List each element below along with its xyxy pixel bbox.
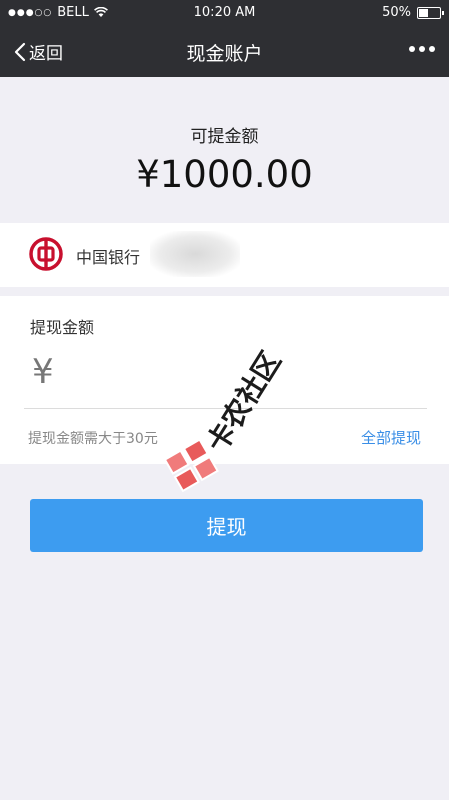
withdraw-all-link[interactable]: 全部提现 bbox=[361, 427, 421, 448]
withdraw-button[interactable]: 提现 bbox=[30, 499, 423, 552]
battery-fill bbox=[419, 8, 428, 17]
redacted-account-number bbox=[150, 231, 240, 277]
divider bbox=[24, 408, 427, 409]
currency-symbol: ¥ bbox=[32, 352, 54, 392]
bank-card-row[interactable]: 中国银行 bbox=[0, 223, 449, 287]
bank-of-china-logo-icon bbox=[29, 237, 63, 271]
withdraw-amount-input[interactable] bbox=[70, 354, 424, 396]
navigation-bar: 返回 现金账户 bbox=[0, 26, 449, 77]
more-options-icon[interactable] bbox=[409, 46, 435, 52]
balance-amount: ¥1000.00 bbox=[136, 153, 313, 196]
balance-section: 可提金额 ¥1000.00 bbox=[0, 77, 449, 223]
status-right: 50% bbox=[382, 5, 444, 20]
minimum-amount-hint: 提现金额需大于30元 bbox=[28, 431, 158, 447]
balance-label: 可提金额 bbox=[190, 127, 259, 147]
more-dot bbox=[409, 46, 415, 52]
bank-name: 中国银行 bbox=[76, 248, 141, 267]
battery-percent: 50% bbox=[382, 5, 411, 20]
status-bar: ●●●○○ BELL 10:20 AM 50% bbox=[0, 0, 449, 26]
battery-icon bbox=[417, 6, 444, 19]
page-title: 现金账户 bbox=[186, 43, 263, 65]
withdraw-card: 提现金额 ¥ 提现金额需大于30元 全部提现 bbox=[0, 296, 449, 464]
more-dot bbox=[429, 46, 435, 52]
withdraw-amount-label: 提现金额 bbox=[30, 318, 95, 337]
more-dot bbox=[419, 46, 425, 52]
